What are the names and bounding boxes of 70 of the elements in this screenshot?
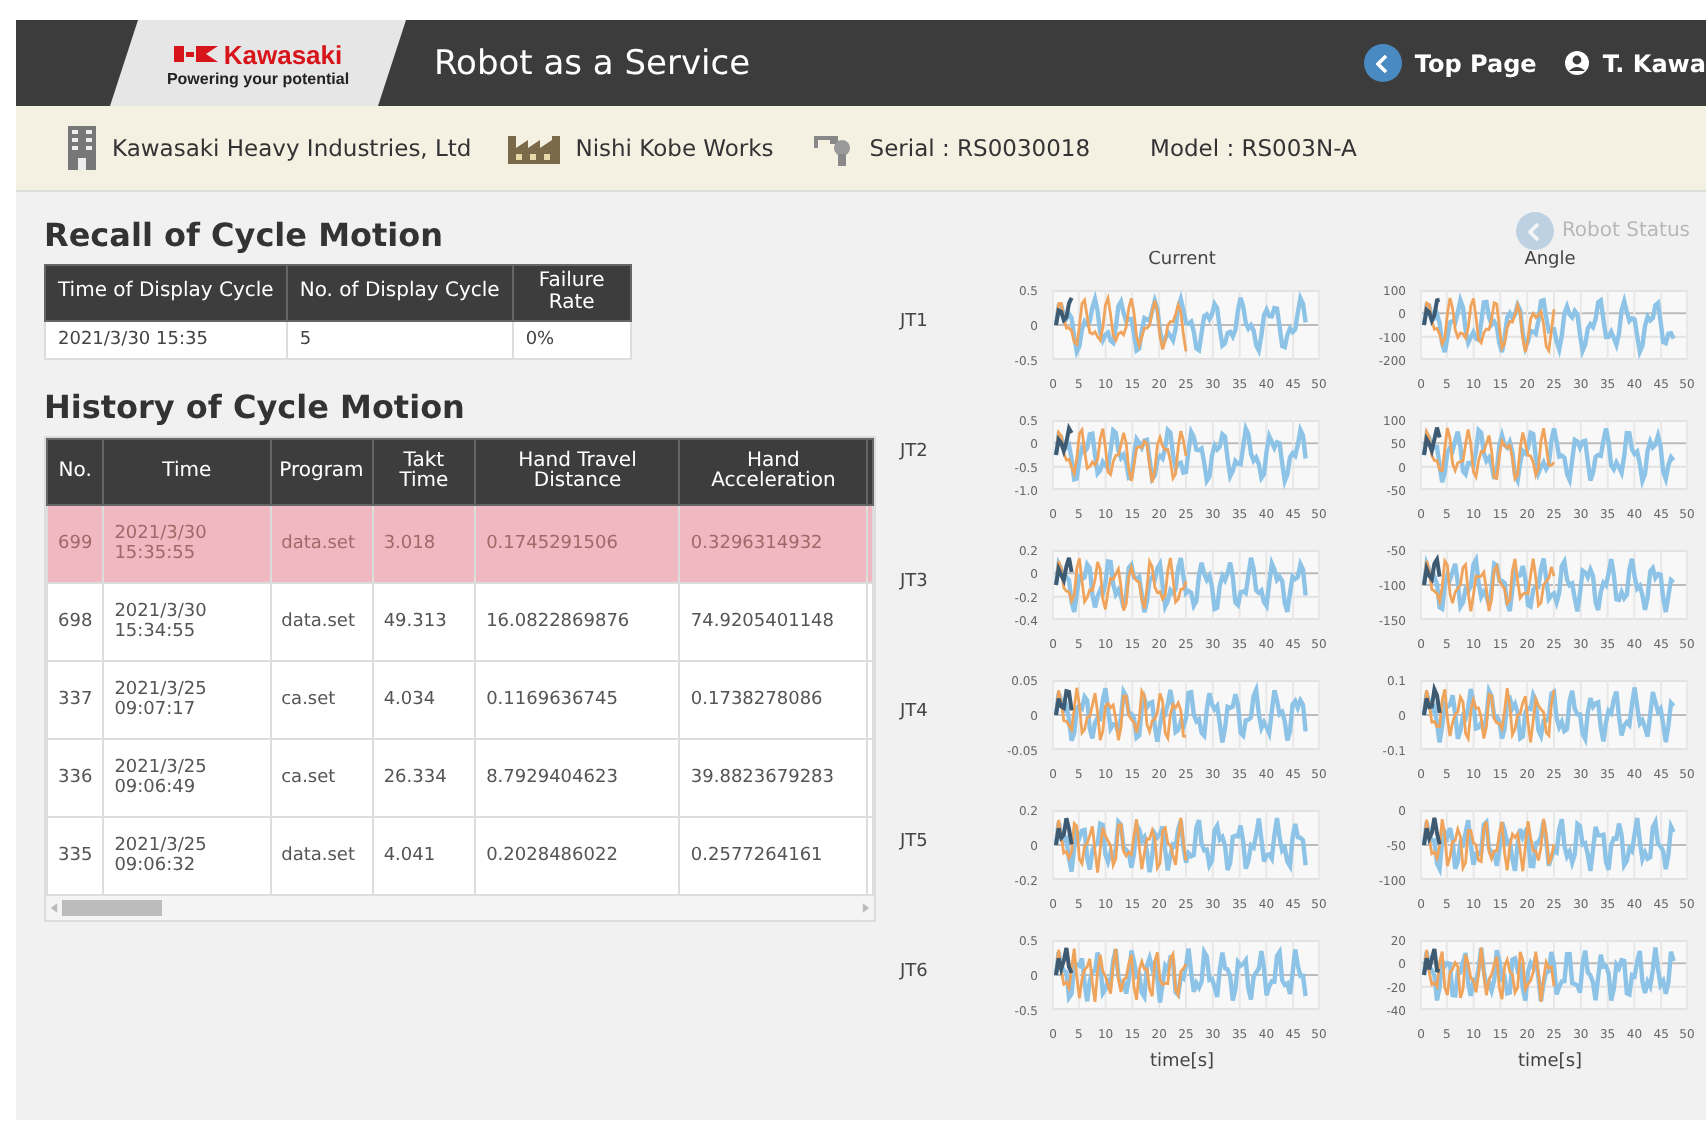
table-cell: 2021/3/30 15:35 [45,321,287,359]
table-cell: 699 [47,505,104,583]
table-cell: ca.set [270,661,373,739]
table-cell: 337 [47,661,104,739]
table-cell: 74.9205401148 [679,583,867,661]
top-page-link[interactable]: Top Page [1364,44,1537,82]
table-cell: 698 [47,583,104,661]
company-name: Kawasaki Heavy Industries, Ltd [112,134,472,162]
table-cell: 16.0822869876 [475,583,680,661]
scroll-thumb[interactable] [62,900,162,916]
column-header: No. [47,439,104,505]
joint-label: JT3 [900,572,930,596]
column-header: Program [270,439,373,505]
logo-mark-icon [173,44,218,64]
user-menu[interactable]: T. Kawa [1564,49,1706,77]
table-cell: 26.334 [372,739,476,817]
table-cell: 49.313 [372,583,476,661]
factory-icon [507,132,560,164]
app-title: Robot as a Service [434,43,751,83]
horizontal-scrollbar[interactable] [46,896,874,920]
table-cell: data.set [270,583,373,661]
table-cell: ca.set [270,739,373,817]
serial-number: Serial : RS0030018 [869,134,1091,162]
table-row[interactable]: 698 2021/3/30 15:34:55 data.set 49.313 16.0822869876 74.9205401148 [47,583,873,661]
section-title: History of Cycle Motion [44,388,467,426]
column-header: No. of Display Cycle [286,265,513,321]
table-cell: 4.034 [372,661,476,739]
axis-label: time[s] [1515,1052,1585,1072]
section-title: Recall of Cycle Motion [44,216,446,254]
joint-label: JT6 [900,962,930,986]
column-header: Time [103,439,271,505]
user-icon [1564,50,1591,76]
back-icon [1364,44,1403,82]
table-cell: 0% [512,321,631,359]
works-name: Nishi Kobe Works [575,134,774,162]
joint-label: JT1 [900,312,930,336]
column-header: Hand Travel Distance [475,439,680,505]
table-cell: 2021/3/25 09:06:49 [103,739,271,817]
column-header: Takt Time [372,439,476,505]
column-header [867,439,873,505]
building-icon [68,126,96,170]
table-cell: data.set [270,505,373,583]
table-cell: 336 [47,739,104,817]
table-row[interactable]: 337 2021/3/25 09:07:17 ca.set 4.034 0.1169636745 0.1738278086 [47,661,873,739]
robot-arm-icon [809,130,854,166]
logo-tagline: Powering your potential [166,69,350,87]
column-header: Time of Display Cycle [45,265,287,321]
model-number: Model : RS003N-A [1150,134,1357,162]
chart-title: Current [1146,250,1218,270]
logo-text: Kawasaki [223,39,343,69]
axis-label: time[s] [1147,1052,1217,1072]
table-cell: 3.018 [372,505,476,583]
table-cell: 0.1738278086 [679,661,867,739]
table-cell: 0.1169636745 [475,661,680,739]
table-cell: 8.7929404623 [475,739,680,817]
column-header: Failure Rate [512,265,631,321]
table-cell: 5 [286,321,513,359]
table-cell: 2021/3/30 15:34:55 [103,583,271,661]
joint-label: JT2 [900,442,930,466]
back-icon [1515,212,1554,250]
table-cell: 39.8823679283 [679,739,867,817]
table-row[interactable]: 336 2021/3/25 09:06:49 ca.set 26.334 8.7929404623 39.8823679283 [47,739,873,817]
table-cell: 2021/3/30 15:35:55 [103,505,271,583]
joint-label: JT4 [900,702,930,726]
joint-label: JT5 [900,832,930,856]
table-cell: 0.3296314932 [679,505,867,583]
table-cell: 0.1745291506 [475,505,680,583]
column-header: Hand Acceleration [679,439,867,505]
chart-title: Angle [1522,250,1578,270]
table-cell: 2021/3/25 09:07:17 [103,661,271,739]
